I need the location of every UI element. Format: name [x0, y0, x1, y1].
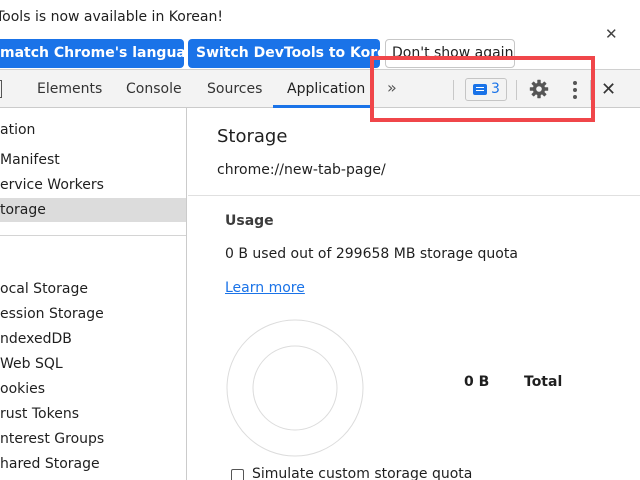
sidebar-item-shared-storage[interactable]: hared Storage — [0, 452, 186, 476]
sidebar-section-application: ation — [0, 122, 36, 138]
storage-panel: Storage chrome://new-tab-page/ Usage 0 B… — [188, 108, 640, 480]
close-icon[interactable]: ✕ — [605, 25, 618, 43]
dock-icon[interactable] — [0, 80, 2, 98]
sidebar-item-manifest[interactable]: Manifest — [0, 148, 186, 172]
panel-divider — [188, 195, 640, 196]
sidebar-item-indexeddb[interactable]: ndexedDB — [0, 327, 186, 351]
usage-heading: Usage — [225, 213, 274, 229]
sidebar-item-trust-tokens[interactable]: rust Tokens — [0, 402, 186, 426]
page-title: Storage — [217, 126, 288, 147]
learn-more-link[interactable]: Learn more — [225, 280, 305, 296]
sidebar-item-web-sql[interactable]: Web SQL — [0, 352, 186, 376]
close-devtools-icon[interactable]: ✕ — [601, 79, 616, 100]
sidebar-item-storage[interactable]: torage — [0, 198, 186, 222]
simulate-quota-label: Simulate custom storage quota — [252, 466, 473, 480]
highlight-box — [370, 56, 595, 122]
total-label: Total — [524, 374, 563, 390]
infobar-message: Tools is now available in Korean! — [0, 9, 223, 25]
sidebar-item-local-storage[interactable]: ocal Storage — [0, 277, 186, 301]
tab-elements[interactable]: Elements — [37, 81, 102, 97]
total-usage-value: 0 B — [464, 374, 490, 390]
simulate-quota-checkbox[interactable] — [231, 469, 244, 480]
tab-application[interactable]: Application — [287, 81, 365, 97]
sidebar-item-service-workers[interactable]: ervice Workers — [0, 173, 186, 197]
usage-text: 0 B used out of 299658 MB storage quota — [225, 246, 518, 262]
sidebar-divider — [0, 235, 186, 236]
usage-pie-chart — [226, 319, 364, 457]
match-language-button[interactable]: match Chrome's language — [0, 39, 184, 68]
application-sidebar: ation Manifest ervice Workers torage oca… — [0, 108, 187, 480]
switch-language-button[interactable]: Switch DevTools to Korean — [188, 39, 380, 68]
tab-console[interactable]: Console — [126, 81, 182, 97]
sidebar-item-cookies[interactable]: ookies — [0, 377, 186, 401]
tab-sources[interactable]: Sources — [207, 81, 262, 97]
sidebar-item-session-storage[interactable]: ession Storage — [0, 302, 186, 326]
sidebar-item-interest-groups[interactable]: nterest Groups — [0, 427, 186, 451]
origin-url: chrome://new-tab-page/ — [217, 162, 386, 178]
